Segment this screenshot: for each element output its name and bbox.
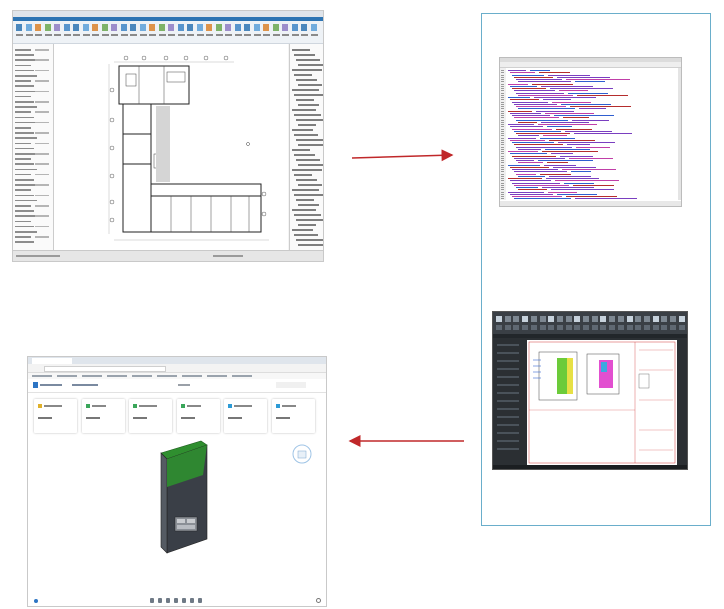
flow-arrows	[348, 149, 464, 447]
arrow-revit-to-outputs	[351, 149, 454, 162]
